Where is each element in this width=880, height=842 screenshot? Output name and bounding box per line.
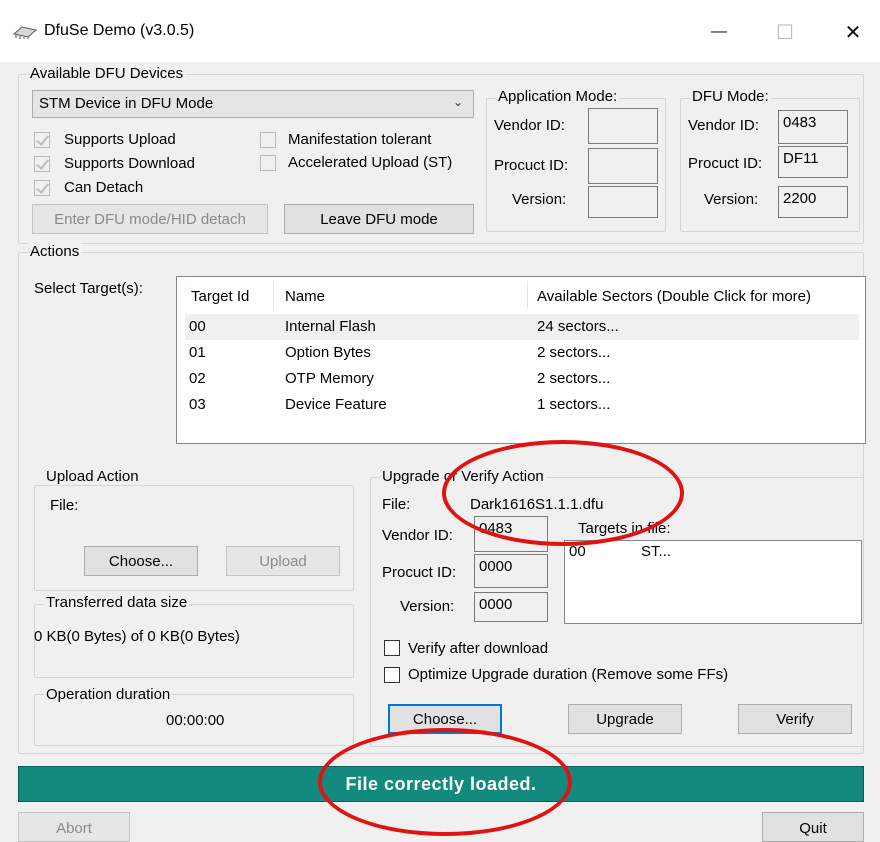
app-vendor-id-field xyxy=(588,108,658,144)
enter-dfu-mode-button: Enter DFU mode/HID detach xyxy=(32,204,268,234)
app-product-id-label: Procuct ID: xyxy=(494,157,569,174)
column-divider xyxy=(527,281,528,309)
verify-after-download-checkbox[interactable] xyxy=(384,640,400,656)
can-detach-checkbox xyxy=(34,180,50,196)
supports-upload-label: Supports Upload xyxy=(64,131,176,148)
can-detach-label: Can Detach xyxy=(64,179,144,196)
file-target-name: ST... xyxy=(641,543,672,560)
target-sectors: 1 sectors... xyxy=(537,396,611,413)
upgrade-version-label: Version: xyxy=(400,598,455,615)
target-name: Device Feature xyxy=(285,396,387,413)
upgrade-file-label: File: xyxy=(382,496,411,513)
annotation-circle xyxy=(318,728,572,836)
app-version-label: Version: xyxy=(512,191,567,208)
accelerated-upload-label: Accelerated Upload (ST) xyxy=(288,154,453,171)
app-version-field xyxy=(588,186,658,218)
upgrade-button[interactable]: Upgrade xyxy=(568,704,682,734)
dfu-version-field: 2200 xyxy=(778,186,848,218)
target-name: Internal Flash xyxy=(285,318,376,335)
app-product-id-field xyxy=(588,148,658,184)
upgrade-version-field: 0000 xyxy=(474,592,548,622)
target-row[interactable]: 00 Internal Flash 24 sectors... xyxy=(185,314,859,340)
targets-in-file-list[interactable]: 00 ST... xyxy=(564,540,862,624)
accelerated-upload-checkbox xyxy=(260,155,276,171)
target-row[interactable]: 03 Device Feature 1 sectors... xyxy=(185,392,859,418)
supports-download-checkbox xyxy=(34,156,50,172)
operation-value: 00:00:00 xyxy=(166,712,225,729)
leave-dfu-mode-button[interactable]: Leave DFU mode xyxy=(284,204,474,234)
operation-label: Operation duration xyxy=(44,686,173,703)
upgrade-product-id-label: Procuct ID: xyxy=(382,564,457,581)
column-divider xyxy=(273,281,274,309)
dfu-mode-label: DFU Mode: xyxy=(690,88,771,105)
manifestation-tolerant-checkbox xyxy=(260,132,276,148)
dfu-vendor-id-label: Vendor ID: xyxy=(688,117,759,134)
upload-action-label: Upload Action xyxy=(44,468,141,485)
close-icon: ✕ xyxy=(844,21,862,44)
target-id: 01 xyxy=(189,344,206,361)
window-title: DfuSe Demo (v3.0.5) xyxy=(44,22,195,39)
upload-file-label: File: xyxy=(50,497,79,514)
target-sectors: 2 sectors... xyxy=(537,370,611,387)
chevron-down-icon: ⌄ xyxy=(453,95,464,109)
supports-download-label: Supports Download xyxy=(64,155,195,172)
dfu-product-id-label: Procuct ID: xyxy=(688,155,763,172)
manifestation-tolerant-label: Manifestation tolerant xyxy=(288,131,432,148)
app-chip-icon xyxy=(12,26,38,39)
supports-upload-checkbox xyxy=(34,132,50,148)
minimize-icon: — xyxy=(711,23,727,40)
column-header-name[interactable]: Name xyxy=(285,288,325,305)
app-vendor-id-label: Vendor ID: xyxy=(494,117,565,134)
available-devices-label: Available DFU Devices xyxy=(28,65,186,82)
actions-label: Actions xyxy=(28,243,82,260)
verify-button[interactable]: Verify xyxy=(738,704,852,734)
target-sectors: 2 sectors... xyxy=(537,344,611,361)
dfu-version-label: Version: xyxy=(704,191,759,208)
optimize-upgrade-label[interactable]: Optimize Upgrade duration (Remove some F… xyxy=(408,666,728,683)
maximize-button: ☐ xyxy=(762,14,808,50)
minimize-button[interactable]: — xyxy=(696,14,742,50)
target-name: OTP Memory xyxy=(285,370,374,387)
target-name: Option Bytes xyxy=(285,344,371,361)
close-button[interactable]: ✕ xyxy=(830,14,876,50)
select-targets-label: Select Target(s): xyxy=(34,280,143,297)
transferred-value: 0 KB(0 Bytes) of 0 KB(0 Bytes) xyxy=(34,628,240,645)
targets-list[interactable]: Target Id Name Available Sectors (Double… xyxy=(176,276,866,444)
target-row[interactable]: 01 Option Bytes 2 sectors... xyxy=(185,340,859,366)
device-select-value: STM Device in DFU Mode xyxy=(39,95,214,112)
target-id: 00 xyxy=(189,318,206,335)
column-header-sectors[interactable]: Available Sectors (Double Click for more… xyxy=(537,288,811,305)
dfu-vendor-id-field: 0483 xyxy=(778,110,848,144)
upload-choose-button[interactable]: Choose... xyxy=(84,546,198,576)
target-row[interactable]: 02 OTP Memory 2 sectors... xyxy=(185,366,859,392)
optimize-upgrade-checkbox[interactable] xyxy=(384,667,400,683)
upgrade-product-id-field: 0000 xyxy=(474,554,548,588)
dfu-product-id-field: DF11 xyxy=(778,146,848,178)
annotation-circle xyxy=(442,440,684,546)
device-select[interactable]: STM Device in DFU Mode ⌄ xyxy=(32,90,474,118)
verify-after-download-label[interactable]: Verify after download xyxy=(408,640,548,657)
abort-button: Abort xyxy=(18,812,130,842)
upgrade-vendor-id-label: Vendor ID: xyxy=(382,527,453,544)
target-sectors: 24 sectors... xyxy=(537,318,619,335)
upload-button: Upload xyxy=(226,546,340,576)
quit-button[interactable]: Quit xyxy=(762,812,864,842)
transferred-label: Transferred data size xyxy=(44,594,190,611)
maximize-icon: ☐ xyxy=(776,21,794,44)
column-header-target-id[interactable]: Target Id xyxy=(191,288,249,305)
application-mode-label: Application Mode: xyxy=(496,88,620,105)
target-id: 02 xyxy=(189,370,206,387)
target-id: 03 xyxy=(189,396,206,413)
